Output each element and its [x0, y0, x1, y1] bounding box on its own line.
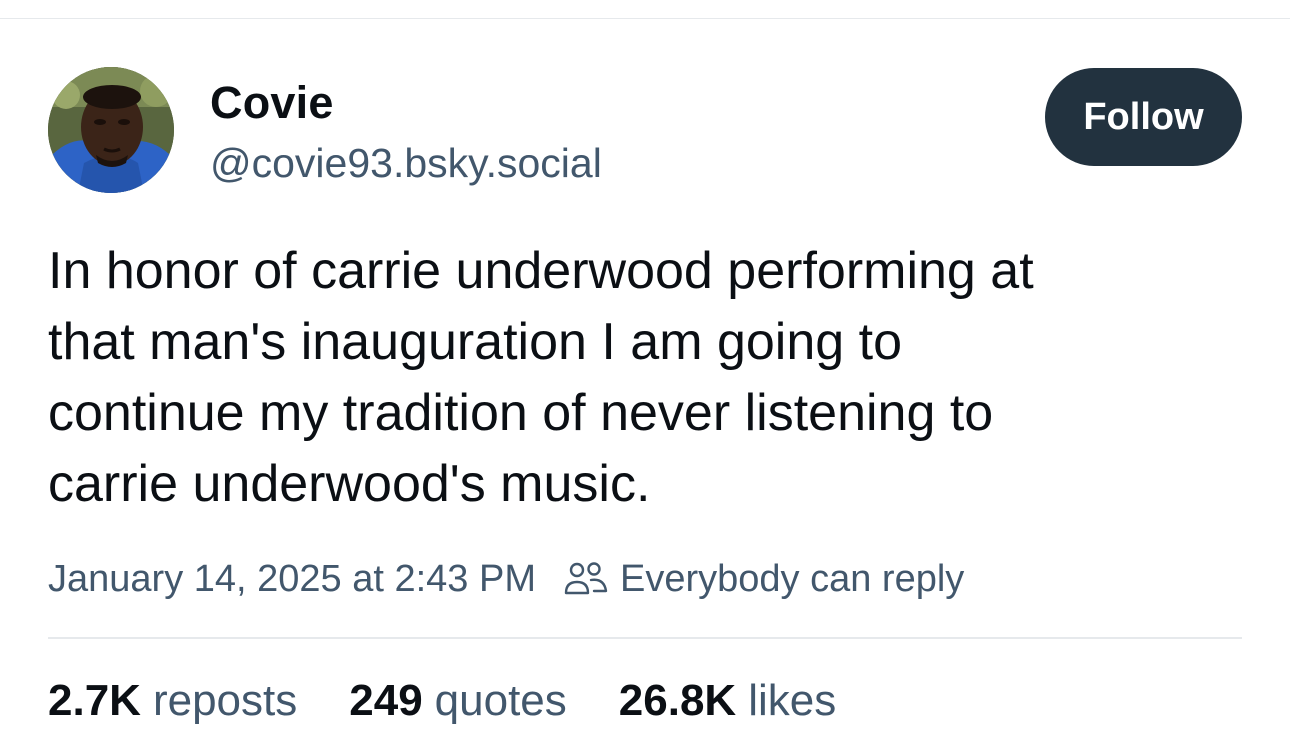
people-icon	[564, 561, 608, 597]
post-text: In honor of carrie underwood performing …	[48, 242, 1034, 513]
quotes-count: 249	[349, 676, 423, 725]
avatar[interactable]	[48, 67, 174, 193]
likes-label: likes	[748, 676, 837, 725]
likes-count: 26.8K	[618, 676, 737, 725]
post-meta: January 14, 2025 at 2:43 PM Everybody ca…	[48, 553, 964, 605]
post-stats: 2.7K reposts 249 quotes 26.8K likes	[48, 676, 836, 726]
avatar-photo-icon	[48, 67, 174, 193]
quotes-label: quotes	[434, 676, 567, 725]
reply-setting-label[interactable]: Everybody can reply	[620, 558, 964, 601]
reposts-label: reposts	[152, 676, 298, 725]
post-timestamp[interactable]: January 14, 2025 at 2:43 PM	[48, 558, 536, 601]
quotes-stat[interactable]: 249 quotes	[349, 676, 567, 726]
reposts-count: 2.7K	[48, 676, 141, 725]
author-handle[interactable]: @covie93.bsky.social	[210, 135, 602, 191]
author-display-name[interactable]: Covie	[210, 77, 602, 129]
follow-button[interactable]: Follow	[1045, 68, 1242, 166]
top-divider	[0, 18, 1290, 19]
stats-divider	[48, 637, 1242, 639]
reposts-stat[interactable]: 2.7K reposts	[48, 676, 297, 726]
author-names: Covie @covie93.bsky.social	[210, 77, 602, 191]
post-header: Covie @covie93.bsky.social Follow	[48, 67, 1242, 195]
likes-stat[interactable]: 26.8K likes	[619, 676, 836, 726]
